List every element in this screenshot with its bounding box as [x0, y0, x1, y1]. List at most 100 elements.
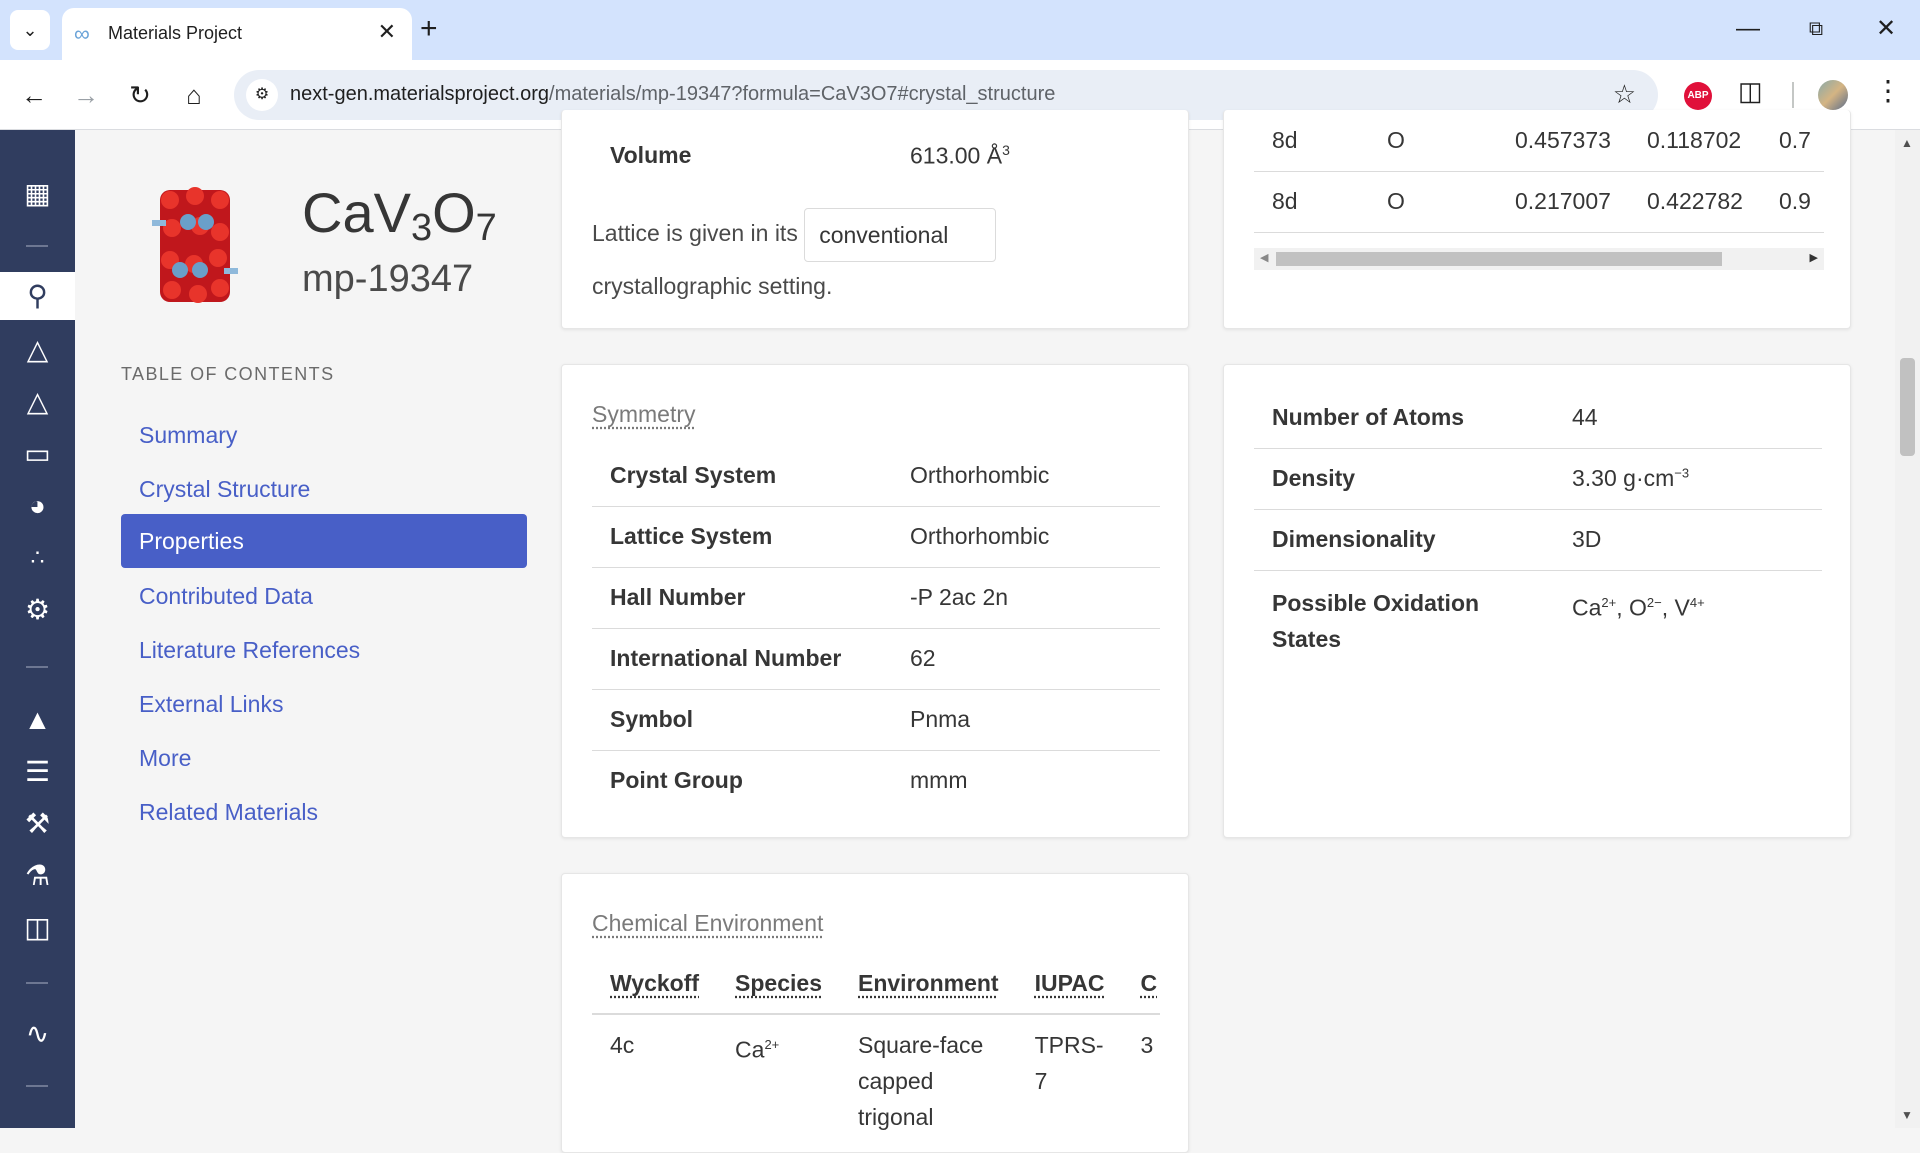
point-group-value: mmm — [910, 767, 968, 794]
molecule-icon[interactable]: △ — [0, 326, 75, 374]
url-text[interactable]: next-gen.materialsproject.org/materials/… — [290, 83, 1055, 106]
tab-search-button[interactable]: ⌄ — [10, 10, 50, 50]
pourbaix-icon[interactable]: ☰ — [0, 748, 75, 796]
lattice-text-after: crystallographic setting. — [592, 273, 833, 299]
toc-item-properties[interactable]: Properties — [121, 514, 527, 568]
symmetry-title[interactable]: Symmetry — [592, 401, 696, 428]
search-icon[interactable]: ⚲ — [0, 272, 75, 320]
browser-tab[interactable]: ∞ Materials Project ✕ — [62, 8, 412, 60]
close-window-button[interactable]: ✕ — [1866, 12, 1906, 46]
chemical-environment-title[interactable]: Chemical Environment — [592, 910, 823, 937]
environment-line: Square-face — [858, 1032, 984, 1058]
site-x: 0.217007 — [1514, 171, 1646, 233]
site-wyckoff: 8d — [1254, 110, 1386, 172]
symbol-value: Pnma — [892, 689, 1160, 751]
hall-number-value: -P 2ac 2n — [892, 567, 1160, 629]
browser-menu-icon[interactable]: ⋮ — [1874, 74, 1902, 107]
page-vertical-scrollbar[interactable]: ▲ ▼ — [1895, 130, 1920, 1128]
table-row: 8d O 0.217007 0.422782 0.9 — [1254, 171, 1824, 233]
extensions-puzzle-icon[interactable]: ◫ — [1738, 76, 1763, 107]
sites-horizontal-scrollbar[interactable]: ◀ ▶ — [1254, 248, 1824, 270]
density-number: 3.30 g·cm — [1572, 465, 1675, 491]
formula-subscript: 3 — [410, 207, 433, 249]
env-species: Ca2+ — [717, 1014, 840, 1135]
env-wyckoff: 4c — [610, 1032, 635, 1058]
header-c[interactable]: C — [1122, 954, 1160, 1015]
header-species[interactable]: Species — [717, 954, 840, 1015]
oxidation-label: Possible Oxidation States — [1272, 589, 1480, 652]
sites-table-wrapper: 8d O 0.457373 0.118702 0.7 8d O 0.217007… — [1254, 110, 1824, 270]
table-row: Lattice System Orthorhombic — [592, 506, 1160, 568]
site-info-icon[interactable]: ⚙ — [246, 79, 278, 111]
battery-icon[interactable]: ▭ — [0, 430, 75, 478]
formula-part: CaV — [302, 181, 411, 244]
profile-avatar[interactable] — [1818, 80, 1848, 110]
app-icon-rail: ▦ ⚲ △ △ ▭ ◕ ∴ ⚙ ▲ ☰ ⚒ ⚗ ◫ ∿ — [0, 130, 75, 1128]
toc-item-external-links[interactable]: External Links — [121, 677, 527, 731]
lattice-card: Volume 613.00 Å3 Lattice is given in its… — [561, 110, 1189, 329]
flask-icon[interactable]: ⚗ — [0, 852, 75, 900]
lattice-setting-select[interactable]: conventional — [804, 208, 997, 262]
volume-exponent: 3 — [1002, 142, 1010, 158]
site-z: 0.9 — [1778, 171, 1824, 233]
scroll-down-icon[interactable]: ▼ — [1901, 1108, 1913, 1122]
rail-divider — [26, 666, 48, 668]
formula-subscript: 7 — [475, 207, 497, 249]
oxidation-charge: 2− — [1646, 594, 1662, 610]
home-button[interactable]: ⌂ — [174, 75, 214, 115]
back-button[interactable]: ← — [14, 75, 54, 115]
scrollbar-thumb[interactable] — [1900, 358, 1915, 456]
book-icon[interactable]: ◫ — [0, 904, 75, 952]
adblock-extension-icon[interactable]: ABP — [1684, 82, 1712, 110]
toc-item-literature-references[interactable]: Literature References — [121, 623, 527, 677]
table-row: 8d O 0.457373 0.118702 0.7 — [1254, 110, 1824, 172]
atoms-value: 44 — [1554, 387, 1822, 449]
toc-item-crystal-structure[interactable]: Crystal Structure — [121, 462, 527, 516]
apps-icon[interactable]: ▦ — [0, 170, 75, 218]
restore-window-button[interactable]: ⧉ — [1796, 12, 1836, 46]
header-environment[interactable]: Environment — [840, 954, 1017, 1015]
scroll-right-icon[interactable]: ▶ — [1810, 251, 1818, 264]
material-formula: CaV3O7 — [302, 180, 497, 250]
scatter-icon[interactable]: ∴ — [0, 534, 75, 582]
site-x: 0.457373 — [1514, 110, 1646, 172]
scroll-left-icon[interactable]: ◀ — [1260, 251, 1268, 264]
tab-title: Materials Project — [108, 23, 243, 43]
chem-env-table-wrapper: Wyckoff Species Environment IUPAC C 4c C… — [592, 954, 1160, 1152]
minimize-window-button[interactable]: — — [1728, 12, 1768, 46]
bookmark-star-icon[interactable]: ☆ — [1613, 79, 1636, 110]
phase-diagram-icon[interactable]: ▲ — [0, 696, 75, 744]
scroll-up-icon[interactable]: ▲ — [1901, 136, 1913, 150]
env-environment: Square-face capped trigonal — [840, 1014, 1017, 1135]
header-wyckoff[interactable]: Wyckoff — [592, 954, 718, 1015]
header-iupac[interactable]: IUPAC — [1016, 954, 1123, 1015]
molecule-alt-icon[interactable]: △ — [0, 378, 75, 426]
table-header-row: Wyckoff Species Environment IUPAC C — [592, 954, 1160, 1015]
toc-item-more[interactable]: More — [121, 731, 527, 785]
properties-table-wrapper: Number of Atoms 44 Density 3.30 g·cm−3 Dim… — [1254, 387, 1822, 670]
site-wyckoff: 8d — [1254, 171, 1386, 233]
toc-item-summary[interactable]: Summary — [121, 408, 527, 462]
forward-button[interactable]: → — [66, 75, 106, 115]
volume-value: 613.00 Å3 — [910, 142, 1010, 170]
table-row: Crystal System Orthorhombic — [592, 445, 1160, 507]
symmetry-table-wrapper: Crystal System Orthorhombic Lattice Syste… — [592, 445, 1160, 811]
density-label: Density — [1254, 448, 1554, 510]
scrollbar-thumb[interactable] — [1276, 252, 1722, 266]
new-tab-button[interactable]: + — [420, 12, 438, 46]
toc-item-related-materials[interactable]: Related Materials — [121, 785, 527, 839]
site-y: 0.422782 — [1646, 171, 1778, 233]
tools-icon[interactable]: ⚒ — [0, 800, 75, 848]
international-number-value: 62 — [892, 628, 1160, 690]
close-tab-icon[interactable]: ✕ — [378, 19, 396, 45]
material-id: mp-19347 — [302, 258, 474, 300]
spectrum-icon[interactable]: ∿ — [0, 1010, 75, 1058]
iupac-line: TPRS- — [1034, 1032, 1104, 1058]
mortar-icon[interactable]: ◕ — [0, 482, 75, 530]
toc-item-contributed-data[interactable]: Contributed Data — [121, 569, 527, 623]
gear-icon[interactable]: ⚙ — [0, 586, 75, 634]
chevron-down-icon: ⌄ — [22, 19, 38, 40]
density-value: 3.30 g·cm−3 — [1554, 448, 1822, 510]
reload-button[interactable]: ↻ — [120, 75, 160, 115]
table-row: Possible Oxidation States Ca2+, O2−, V4+ — [1254, 570, 1822, 670]
